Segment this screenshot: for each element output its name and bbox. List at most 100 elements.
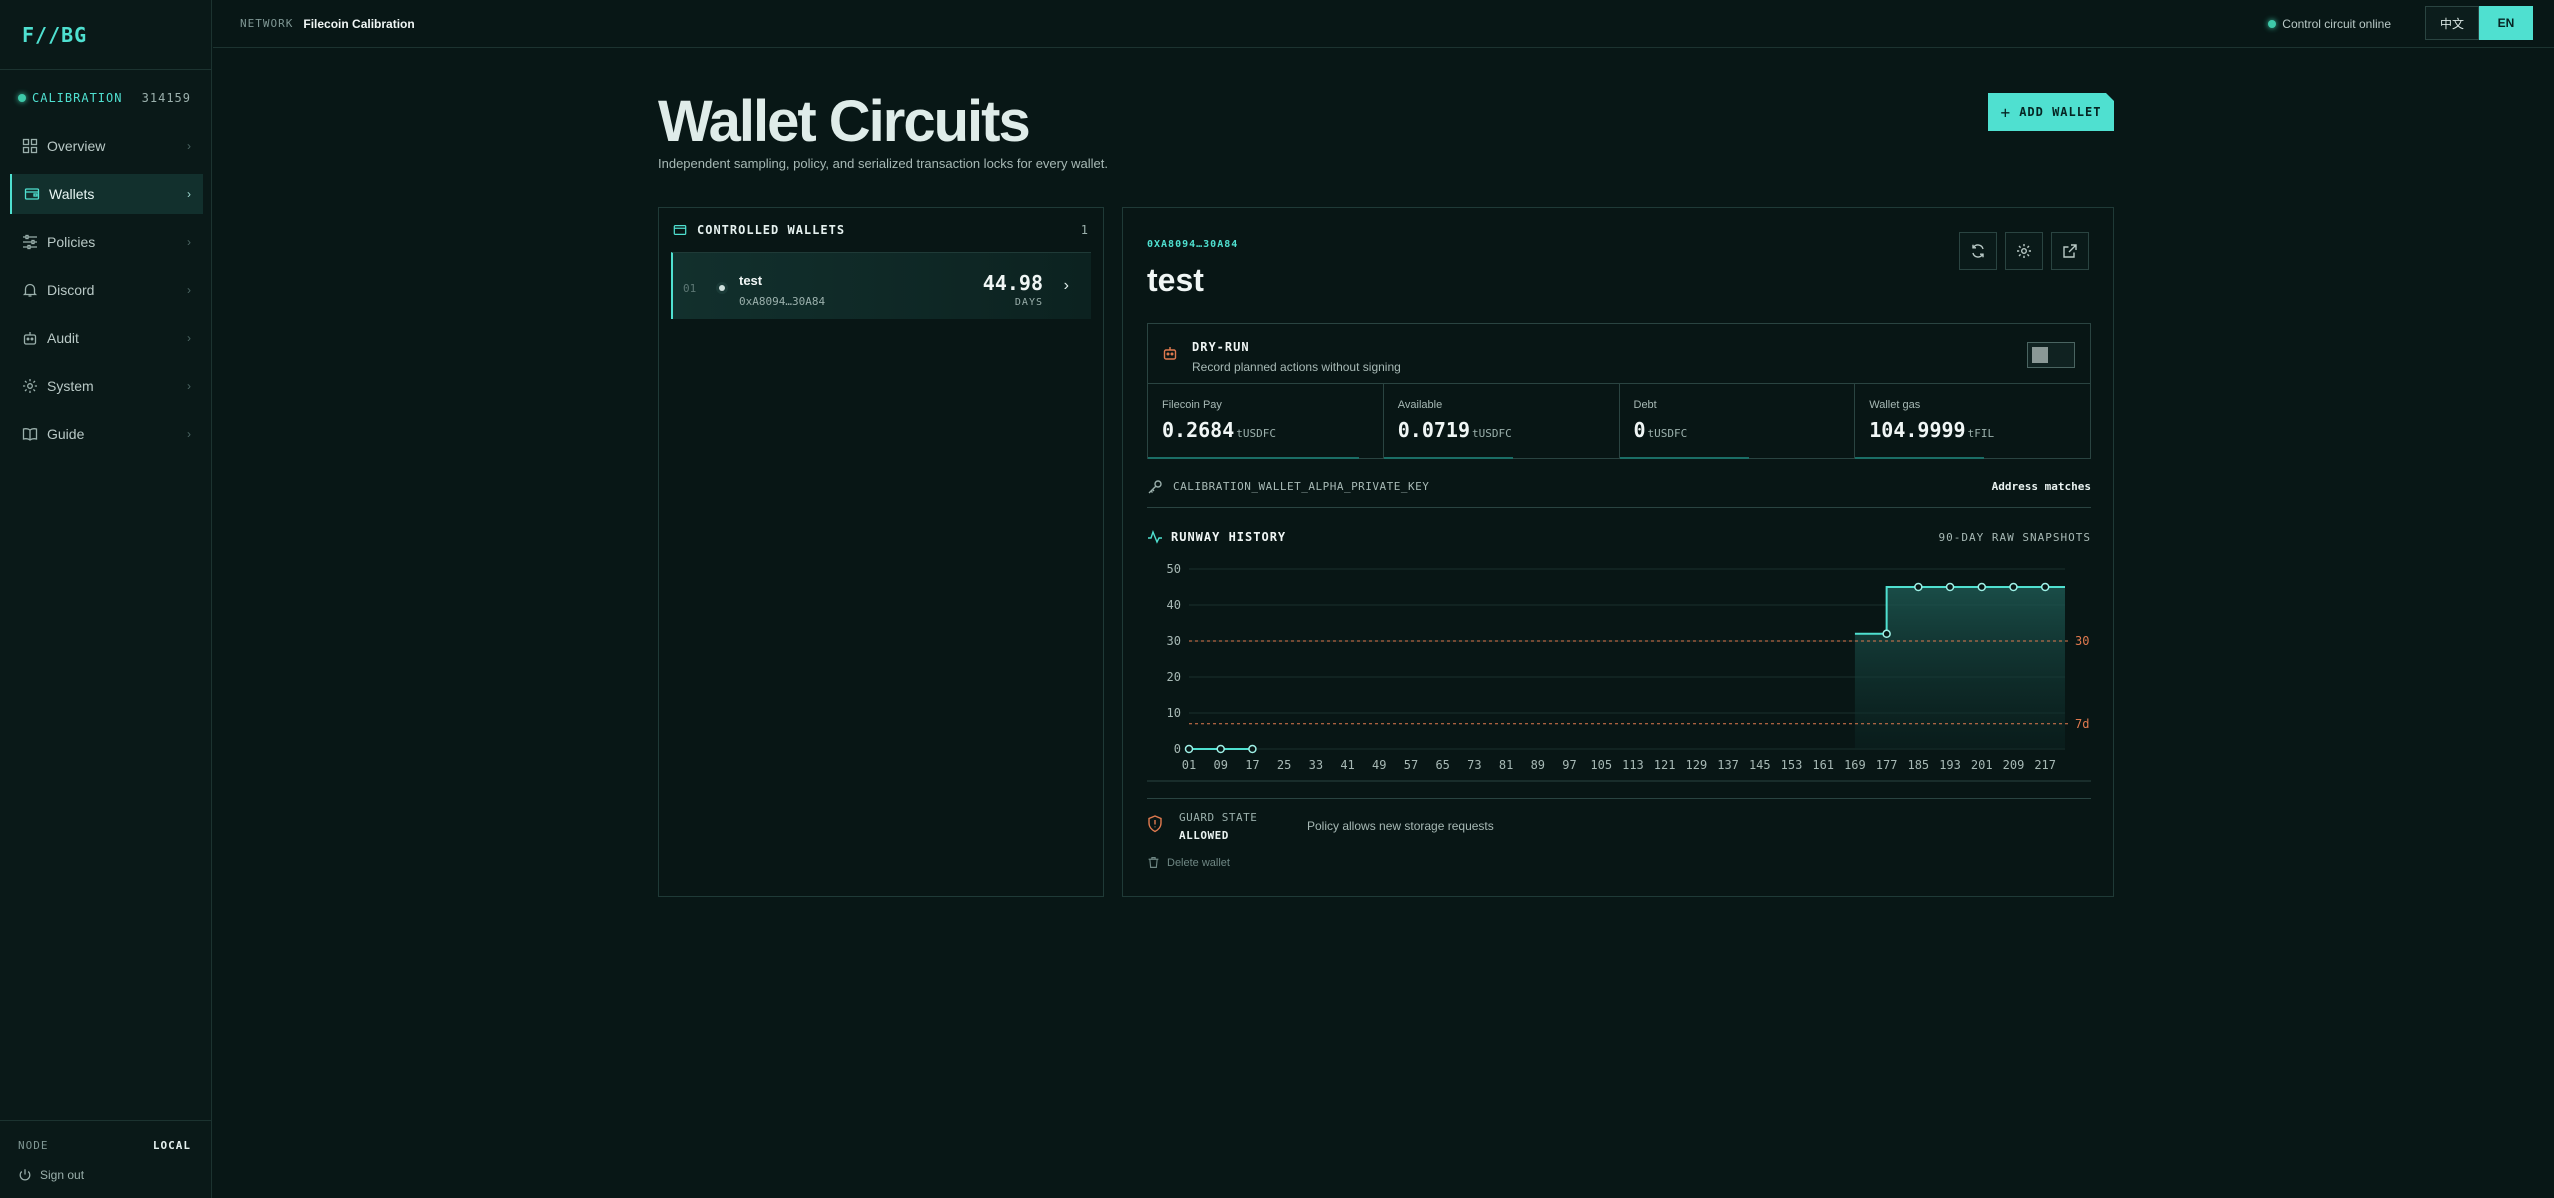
stat-bar xyxy=(1855,457,1985,459)
sliders-icon xyxy=(22,234,38,250)
add-wallet-label: ADD WALLET xyxy=(2019,105,2102,119)
sidebar-item-system[interactable]: System › xyxy=(10,366,203,406)
node-value: LOCAL xyxy=(152,1139,191,1152)
robot-icon xyxy=(22,330,38,346)
bell-icon xyxy=(22,282,38,298)
sidebar-item-label: System xyxy=(47,378,94,394)
sidebar-footer: NODE LOCAL Sign out xyxy=(0,1120,211,1198)
sidebar-item-label: Audit xyxy=(47,330,79,346)
x-tick-label: 89 xyxy=(1531,758,1545,772)
wallet-name: test xyxy=(739,273,763,288)
y-tick-label: 20 xyxy=(1167,670,1181,684)
stat-value: 104.9999 xyxy=(1869,418,1966,442)
x-tick-label: 41 xyxy=(1340,758,1354,772)
sidebar-item-policies[interactable]: Policies › xyxy=(10,222,203,262)
x-tick-label: 209 xyxy=(2003,758,2025,772)
stat-unit: tUSDFC xyxy=(1647,427,1688,440)
sidebar-item-overview[interactable]: Overview › xyxy=(10,126,203,166)
threshold-label: 30 xyxy=(2075,634,2089,648)
network-badge-row: CALIBRATION 314159 xyxy=(0,70,211,126)
power-icon xyxy=(19,1169,31,1181)
language-switcher: 中文 EN xyxy=(2425,6,2533,40)
dry-run-toggle[interactable] xyxy=(2027,342,2075,368)
chevron-right-icon: › xyxy=(187,331,191,345)
chevron-right-icon: › xyxy=(187,379,191,393)
x-tick-label: 113 xyxy=(1622,758,1644,772)
x-tick-label: 81 xyxy=(1499,758,1513,772)
data-point xyxy=(1216,744,1225,754)
wallet-status-dot xyxy=(719,285,725,291)
wallet-runway-days: 44.98 xyxy=(982,271,1043,295)
shield-icon xyxy=(1148,815,1162,833)
y-tick-label: 40 xyxy=(1167,598,1181,612)
sidebar-item-label: Guide xyxy=(47,426,85,442)
open-external-button[interactable] xyxy=(2051,232,2089,270)
private-key-env-name: CALIBRATION_WALLET_ALPHA_PRIVATE_KEY xyxy=(1173,480,1430,493)
stat-label: Debt xyxy=(1633,399,1657,411)
x-tick-label: 01 xyxy=(1182,758,1196,772)
delete-wallet-button[interactable]: Delete wallet xyxy=(1147,856,1230,869)
x-tick-label: 169 xyxy=(1844,758,1866,772)
x-tick-label: 185 xyxy=(1907,758,1929,772)
stat-value: 0.2684 xyxy=(1162,418,1235,442)
stat-unit: tUSDFC xyxy=(1236,427,1276,440)
sidebar-item-guide[interactable]: Guide › xyxy=(10,414,203,454)
key-icon xyxy=(1148,479,1162,493)
x-tick-label: 97 xyxy=(1562,758,1576,772)
refresh-button[interactable] xyxy=(1959,232,1997,270)
data-point xyxy=(1248,744,1257,754)
wallet-detail-address: 0XA8094…30A84 xyxy=(1147,239,1239,250)
x-tick-label: 57 xyxy=(1404,758,1418,772)
guard-state-row: GUARD STATE ALLOWED Policy allows new st… xyxy=(1147,798,2091,843)
x-tick-label: 49 xyxy=(1372,758,1386,772)
stat-filecoin-pay: Filecoin Pay 0.2684 tUSDFC xyxy=(1148,384,1384,459)
controlled-wallets-panel: CONTROLLED WALLETS 1 01 test 0xA8094…30A… xyxy=(658,207,1104,897)
lang-en-button[interactable]: EN xyxy=(2479,6,2533,40)
y-tick-label: 50 xyxy=(1167,562,1181,576)
private-key-row: CALIBRATION_WALLET_ALPHA_PRIVATE_KEY Add… xyxy=(1147,466,2091,508)
wallet-detail-panel: 0XA8094…30A84 test DRY-RUN Record planne… xyxy=(1122,207,2114,897)
add-wallet-button[interactable]: + ADD WALLET xyxy=(1988,93,2114,131)
data-point xyxy=(1914,582,1923,592)
sidebar-item-wallets[interactable]: Wallets › xyxy=(10,174,203,214)
gear-icon xyxy=(2017,244,2031,258)
data-point xyxy=(1882,629,1891,639)
stat-debt: Debt 0 tUSDFC xyxy=(1619,384,1856,459)
x-tick-label: 73 xyxy=(1467,758,1481,772)
wallet-list-item[interactable]: 01 test 0xA8094…30A84 44.98 DAYS › xyxy=(671,252,1091,319)
sidebar-item-label: Wallets xyxy=(49,186,95,202)
sidebar-item-audit[interactable]: Audit › xyxy=(10,318,203,358)
stat-bar xyxy=(1619,457,1749,459)
app-logo[interactable]: F//BG xyxy=(0,0,211,70)
x-tick-label: 17 xyxy=(1245,758,1259,772)
page-subtitle: Independent sampling, policy, and serial… xyxy=(658,156,1108,171)
data-point xyxy=(2009,582,2018,592)
stat-label: Available xyxy=(1397,399,1443,411)
plus-icon: + xyxy=(2000,102,2012,122)
activity-icon xyxy=(1148,529,1162,544)
chevron-right-icon: › xyxy=(187,235,191,249)
settings-button[interactable] xyxy=(2005,232,2043,270)
chevron-right-icon: › xyxy=(187,139,191,153)
guard-state-label: GUARD STATE xyxy=(1179,811,1258,824)
wallet-runway-label: DAYS xyxy=(1014,297,1043,308)
dry-run-header: DRY-RUN Record planned actions without s… xyxy=(1148,324,2090,384)
chevron-right-icon: › xyxy=(187,187,191,201)
lang-zh-button[interactable]: 中文 xyxy=(2425,6,2479,40)
data-point xyxy=(1945,582,1955,592)
dry-run-box: DRY-RUN Record planned actions without s… xyxy=(1147,323,2091,459)
status-text: Control circuit online xyxy=(2282,16,2391,31)
x-tick-label: 145 xyxy=(1749,758,1771,772)
page-title: Wallet Circuits xyxy=(658,89,1031,154)
sidebar: F//BG CALIBRATION 314159 Overview › Wall… xyxy=(0,0,212,1198)
x-tick-label: 201 xyxy=(1971,758,1993,772)
sidebar-item-label: Overview xyxy=(47,138,106,154)
chevron-right-icon: › xyxy=(187,427,191,441)
sign-out-button[interactable]: Sign out xyxy=(0,1152,211,1198)
network-name: Filecoin Calibration xyxy=(303,16,415,31)
guard-state-value: ALLOWED xyxy=(1179,829,1229,842)
delete-wallet-label: Delete wallet xyxy=(1167,856,1230,869)
stat-value: 0 xyxy=(1633,418,1646,442)
y-tick-label: 0 xyxy=(1174,742,1181,756)
sidebar-item-discord[interactable]: Discord › xyxy=(10,270,203,310)
